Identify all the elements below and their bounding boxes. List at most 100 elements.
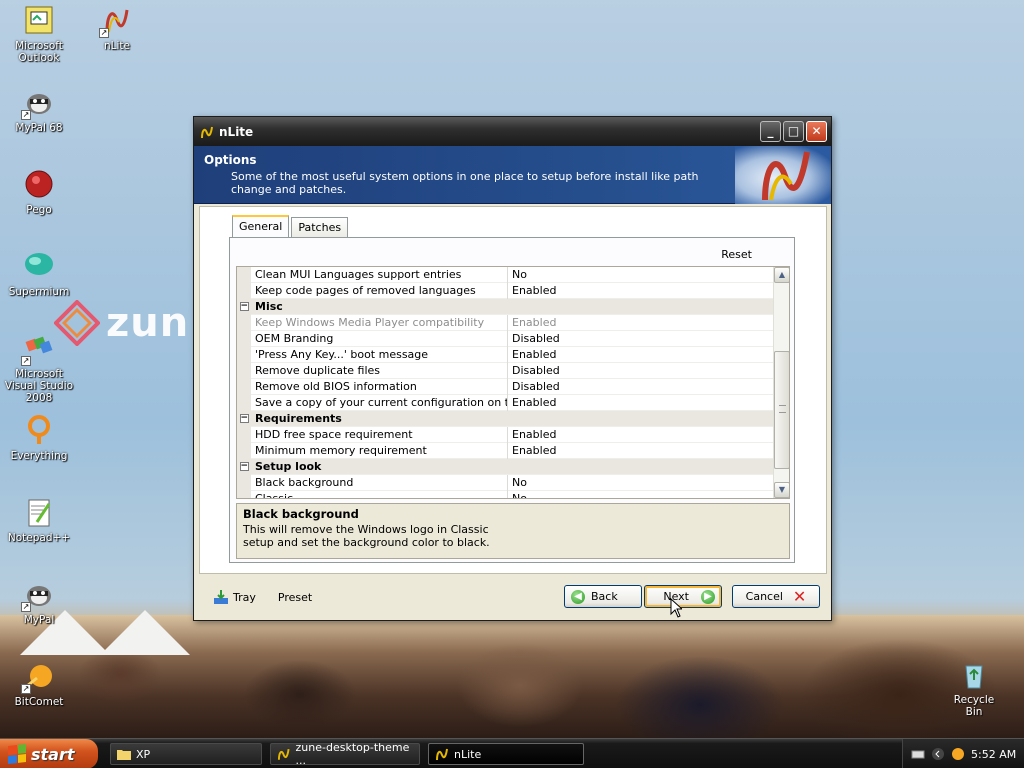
- clock[interactable]: 5:52 AM: [971, 748, 1016, 761]
- desktop-icon-mypal68[interactable]: ↗ MyPal 68: [0, 86, 78, 134]
- desktop-icon-mypal[interactable]: ↗ MyPal: [0, 578, 78, 626]
- collapse-icon[interactable]: −: [239, 414, 249, 423]
- nlite-icon: ↗: [99, 4, 133, 38]
- tab-general[interactable]: General: [232, 215, 290, 237]
- option-value[interactable]: No: [508, 491, 527, 499]
- category-row[interactable]: − Requirements: [237, 410, 775, 427]
- cancel-x-icon: ✕: [792, 586, 807, 606]
- row-gutter: [237, 490, 251, 498]
- preset-button[interactable]: Preset: [278, 591, 312, 604]
- option-value[interactable]: Disabled: [508, 331, 560, 347]
- option-value[interactable]: No: [508, 475, 527, 491]
- desktop-icon-pego[interactable]: Pego: [0, 168, 78, 216]
- description-panel: Black background This will remove the Wi…: [236, 503, 790, 559]
- back-button[interactable]: ◀ Back: [564, 585, 642, 608]
- cancel-button[interactable]: Cancel ✕: [732, 585, 820, 608]
- window-title: nLite: [219, 124, 254, 139]
- scroll-thumb[interactable]: [774, 351, 789, 469]
- mypal-icon: ↗: [21, 578, 55, 612]
- desktop-icon-bitcomet[interactable]: ↗ BitComet: [0, 660, 78, 708]
- desktop-icon-notepadpp[interactable]: Notepad++: [0, 496, 78, 544]
- option-row[interactable]: 'Press Any Key...' boot message Enabled: [237, 346, 775, 363]
- desktop-icon-recycle-bin[interactable]: Recycle Bin: [944, 658, 1004, 718]
- option-value[interactable]: Enabled: [508, 347, 556, 363]
- row-gutter: −: [237, 458, 251, 475]
- pego-icon: [23, 168, 55, 200]
- option-row[interactable]: OEM Branding Disabled: [237, 330, 775, 347]
- nlite-icon: [201, 126, 213, 138]
- option-row[interactable]: Remove duplicate files Disabled: [237, 362, 775, 379]
- option-row[interactable]: Keep code pages of removed languages Enab…: [237, 282, 775, 299]
- tray-button[interactable]: Tray: [213, 589, 256, 605]
- taskbar-item-nlite[interactable]: nLite: [428, 743, 584, 765]
- back-label: Back: [591, 590, 618, 603]
- row-gutter: [237, 362, 251, 379]
- minimize-button[interactable]: _: [760, 121, 781, 142]
- start-label: start: [31, 744, 75, 764]
- option-row[interactable]: Remove old BIOS information Disabled: [237, 378, 775, 395]
- vertical-scrollbar[interactable]: ▲ ▼: [773, 267, 789, 498]
- option-value[interactable]: Enabled: [508, 283, 556, 299]
- window-titlebar[interactable]: nLite _ □ ✕: [194, 117, 831, 146]
- scroll-down-button[interactable]: ▼: [774, 482, 789, 498]
- maximize-button[interactable]: □: [783, 121, 804, 142]
- everything-icon: [23, 414, 55, 446]
- option-row[interactable]: Black background No: [237, 474, 775, 491]
- bottom-bar: Tray Preset ◀ Back Next ▶ Cancel ✕: [199, 579, 827, 615]
- row-gutter: [237, 442, 251, 459]
- option-name: Keep code pages of removed languages: [251, 282, 508, 299]
- option-value[interactable]: Enabled: [508, 427, 556, 443]
- keyboard-icon[interactable]: [911, 747, 925, 761]
- next-button[interactable]: Next ▶: [644, 585, 722, 608]
- option-row[interactable]: Clean MUI Languages support entries No: [237, 267, 775, 283]
- option-value[interactable]: No: [508, 267, 527, 283]
- chevron-left-icon[interactable]: [931, 747, 945, 761]
- category-row[interactable]: − Misc: [237, 298, 775, 315]
- nlite-icon: [436, 748, 448, 761]
- tray-icon: [214, 590, 228, 604]
- options-rows: Clean MUI Languages support entries No Kee…: [237, 267, 775, 499]
- option-value[interactable]: Enabled: [508, 443, 556, 459]
- mouse-cursor-icon: [670, 598, 682, 618]
- desktop-icon-label: nLite: [104, 40, 130, 52]
- option-row[interactable]: Minimum memory requirement Enabled: [237, 442, 775, 459]
- option-row[interactable]: Classic No: [237, 490, 775, 499]
- folder-icon: [117, 750, 131, 760]
- supermium-icon: [23, 250, 55, 282]
- visual-studio-icon: ↗: [21, 332, 55, 366]
- collapse-icon[interactable]: −: [239, 462, 249, 471]
- desktop-icon-nlite[interactable]: ↗ nLite: [78, 4, 156, 52]
- tab-patches[interactable]: Patches: [291, 217, 349, 237]
- nlite-logo-icon: [735, 146, 831, 204]
- option-value[interactable]: Enabled: [508, 315, 556, 331]
- desktop-icon-outlook[interactable]: Microsoft Outlook: [0, 4, 78, 64]
- desktop-icon-label: MyPal 68: [15, 122, 63, 134]
- option-value[interactable]: Disabled: [508, 363, 560, 379]
- row-gutter: −: [237, 298, 251, 315]
- option-value[interactable]: Disabled: [508, 379, 560, 395]
- row-gutter: [237, 282, 251, 299]
- option-row[interactable]: HDD free space requirement Enabled: [237, 426, 775, 443]
- taskbar-item-xp[interactable]: XP: [110, 743, 262, 765]
- scroll-up-button[interactable]: ▲: [774, 267, 789, 283]
- taskbar-item-zune-theme[interactable]: zune-desktop-theme ...: [270, 741, 420, 767]
- tab-panel-general: Reset Clean MUI Languages support entrie…: [229, 237, 795, 563]
- option-row[interactable]: Keep Windows Media Player compatibility E…: [237, 314, 775, 331]
- option-row[interactable]: Save a copy of your current configuratio…: [237, 394, 775, 411]
- option-name: Remove old BIOS information: [251, 378, 508, 395]
- reset-link[interactable]: Reset: [721, 248, 752, 261]
- taskbar-item-label: nLite: [454, 747, 482, 761]
- collapse-icon[interactable]: −: [239, 302, 249, 311]
- desktop-icon-label: BitComet: [14, 696, 64, 708]
- bitcomet-tray-icon[interactable]: [951, 747, 965, 761]
- start-button[interactable]: start: [0, 739, 98, 768]
- desktop-icon-supermium[interactable]: Supermium: [0, 250, 78, 298]
- category-row[interactable]: − Setup look: [237, 458, 775, 475]
- desktop-icon-label: Microsoft Outlook: [15, 40, 63, 64]
- close-button[interactable]: ✕: [806, 121, 827, 142]
- tab-strip: General Patches: [232, 215, 350, 237]
- desktop-icon-visual-studio[interactable]: ↗ Microsoft Visual Studio 2008: [0, 332, 78, 404]
- page-description: Some of the most useful system options i…: [231, 170, 699, 196]
- option-value[interactable]: Enabled: [508, 395, 556, 411]
- desktop-icon-everything[interactable]: Everything: [0, 414, 78, 462]
